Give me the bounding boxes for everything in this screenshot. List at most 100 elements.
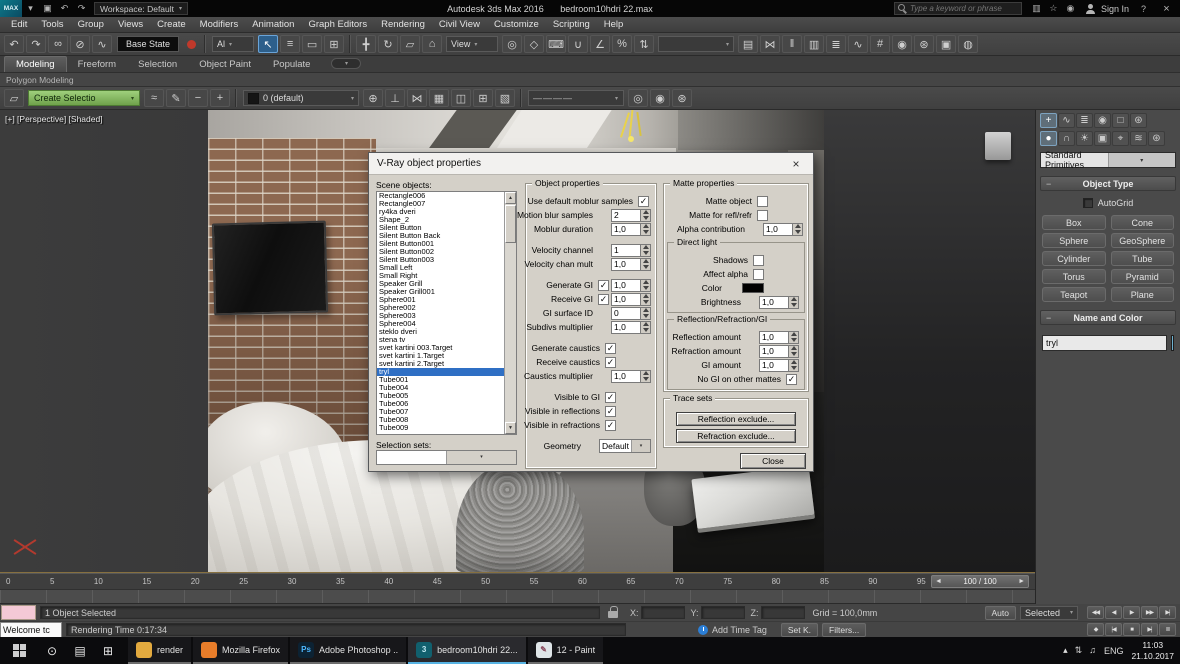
render-setup-icon[interactable]: ⊛ [914,35,934,53]
select-and-place-icon[interactable]: ⌂ [422,35,442,53]
material-slot-dropdown[interactable]: 0 (default) ▾ [243,90,359,106]
spinner[interactable] [789,359,799,372]
value-field[interactable]: 1 [611,244,641,257]
mirror-icon[interactable]: ⋈ [760,35,780,53]
paint-selection-icon[interactable]: ✎ [166,89,186,107]
polygon-modeling-panel-label[interactable]: Polygon Modeling [6,75,74,85]
value-field[interactable]: 1,0 [611,279,641,292]
property-checkbox[interactable] [605,406,616,417]
systems-category-icon[interactable]: ⊛ [1148,131,1165,146]
unlink-selection-icon[interactable]: ⊘ [70,35,90,53]
search-box[interactable] [894,2,1022,15]
named-selection-sets-icon[interactable]: ▤ [738,35,758,53]
3ds-max-logo[interactable]: MAX [0,0,22,17]
workspace-dropdown[interactable]: Workspace: Default ▾ [94,2,188,15]
search-input[interactable] [910,4,1018,13]
display-tab-icon[interactable]: □ [1112,113,1129,128]
select-and-move-icon[interactable]: ╋ [356,35,376,53]
object-type-rollout[interactable]: Object Type [1040,176,1176,191]
cameras-category-icon[interactable]: ▣ [1094,131,1111,146]
time-slider-handle[interactable]: ◄ 100 / 100 ► [931,575,1029,588]
dialog-title-bar[interactable]: V-Ray object properties × [369,153,813,175]
spinner[interactable] [793,223,803,236]
maxscript-mini-listener[interactable] [1,605,36,620]
property-checkbox[interactable] [605,420,616,431]
undo-icon[interactable]: ↶ [57,2,72,15]
next-frame-icon[interactable]: ► [1018,578,1025,585]
track-bar[interactable] [0,589,1035,604]
z-coordinate-field[interactable] [761,606,805,619]
spinner[interactable] [641,209,651,222]
spinner[interactable] [641,223,651,236]
stop-icon[interactable]: ■ [1123,623,1140,636]
start-button[interactable] [0,637,38,664]
scrollbar-thumb[interactable] [505,205,516,243]
rectangular-selection-region-icon[interactable]: ▭ [302,35,322,53]
auto-key-button[interactable]: Auto [985,606,1017,620]
autogrid-checkbox[interactable] [1083,198,1093,208]
menu-item[interactable]: Edit [4,19,34,30]
uvw-map-icon[interactable]: ◫ [451,89,471,107]
scroll-down-icon[interactable]: ▼ [505,422,516,434]
undo-icon[interactable]: ↶ [4,35,24,53]
named-selection-sets-dropdown[interactable]: ▾ [658,36,734,52]
menu-item[interactable]: Help [597,19,631,30]
angle-snap-icon[interactable]: ∠ [590,35,610,53]
list-scrollbar[interactable]: ▲ ▼ [504,192,516,434]
material-editor-icon[interactable]: ◉ [892,35,912,53]
ribbon-tab[interactable]: Object Paint [188,57,262,72]
ribbon-tab[interactable]: Populate [262,57,322,72]
selection-sets-dropdown[interactable]: ▾ [376,450,517,465]
value-field[interactable]: 1,0 [759,296,789,309]
utilities-tab-icon[interactable]: ⊛ [1130,113,1147,128]
notifications-icon[interactable]: ◉ [1063,2,1078,15]
property-checkbox[interactable] [757,210,768,221]
snapshot-icon[interactable]: ▧ [495,89,515,107]
select-and-rotate-icon[interactable]: ↻ [378,35,398,53]
curve-editor-icon[interactable]: ∿ [848,35,868,53]
add-time-tag[interactable]: Add Time Tag [698,625,767,635]
taskbar-clock[interactable]: 11:03 21.10.2017 [1131,640,1174,660]
save-file-icon[interactable]: ▣ [40,2,55,15]
isolate-selection-icon[interactable]: ◎ [628,89,648,107]
select-and-scale-icon[interactable]: ▱ [400,35,420,53]
network-icon[interactable]: ⇅ [1075,645,1083,656]
menu-item[interactable]: Animation [245,19,301,30]
scene-object-item[interactable]: svet kartini 2.Target [377,360,504,368]
object-color-swatch[interactable] [1171,335,1174,351]
value-field[interactable]: 2 [611,209,641,222]
geometry-category-icon[interactable]: ● [1040,131,1057,146]
menu-item[interactable]: Scripting [546,19,597,30]
property-checkbox[interactable] [605,357,616,368]
set-key-button[interactable]: Set K. [781,623,818,637]
object-name-field[interactable] [1042,335,1167,351]
name-and-color-rollout[interactable]: Name and Color [1040,310,1176,325]
select-and-link-icon[interactable]: ∞ [48,35,68,53]
schematic-view-icon[interactable]: # [870,35,890,53]
redo-icon[interactable]: ↷ [26,35,46,53]
menu-item[interactable]: Graph Editors [301,19,374,30]
modifiers-icon[interactable]: ▱ [4,89,24,107]
scene-object-item[interactable]: Tube009 [377,424,504,432]
space-warps-category-icon[interactable]: ≋ [1130,131,1147,146]
scene-explorer-icon[interactable]: ≣ [826,35,846,53]
close-icon[interactable]: × [787,157,805,171]
mirror-tool-icon[interactable]: ⋈ [407,89,427,107]
previous-frame-icon[interactable]: ◀ [1105,606,1122,619]
spinner[interactable] [641,321,651,334]
time-configuration-icon[interactable]: ≣ [1159,623,1176,636]
search-icon[interactable]: ⊙ [38,637,66,664]
shapes-category-icon[interactable]: ∩ [1058,131,1075,146]
spinner[interactable] [789,296,799,309]
light-color-swatch[interactable] [742,283,764,293]
align-icon[interactable]: ‖ [782,35,802,53]
favorites-icon[interactable]: ☆ [1046,2,1061,15]
spinner[interactable] [641,244,651,257]
base-state-button[interactable]: Base State [117,36,179,52]
property-checkbox[interactable] [638,196,649,207]
spinner[interactable] [641,279,651,292]
ribbon-tab[interactable]: Selection [127,57,188,72]
unwrap-uvw-icon[interactable]: ⊞ [473,89,493,107]
next-key-icon[interactable]: ▶| [1141,623,1158,636]
select-by-name-icon[interactable]: ≡ [280,35,300,53]
